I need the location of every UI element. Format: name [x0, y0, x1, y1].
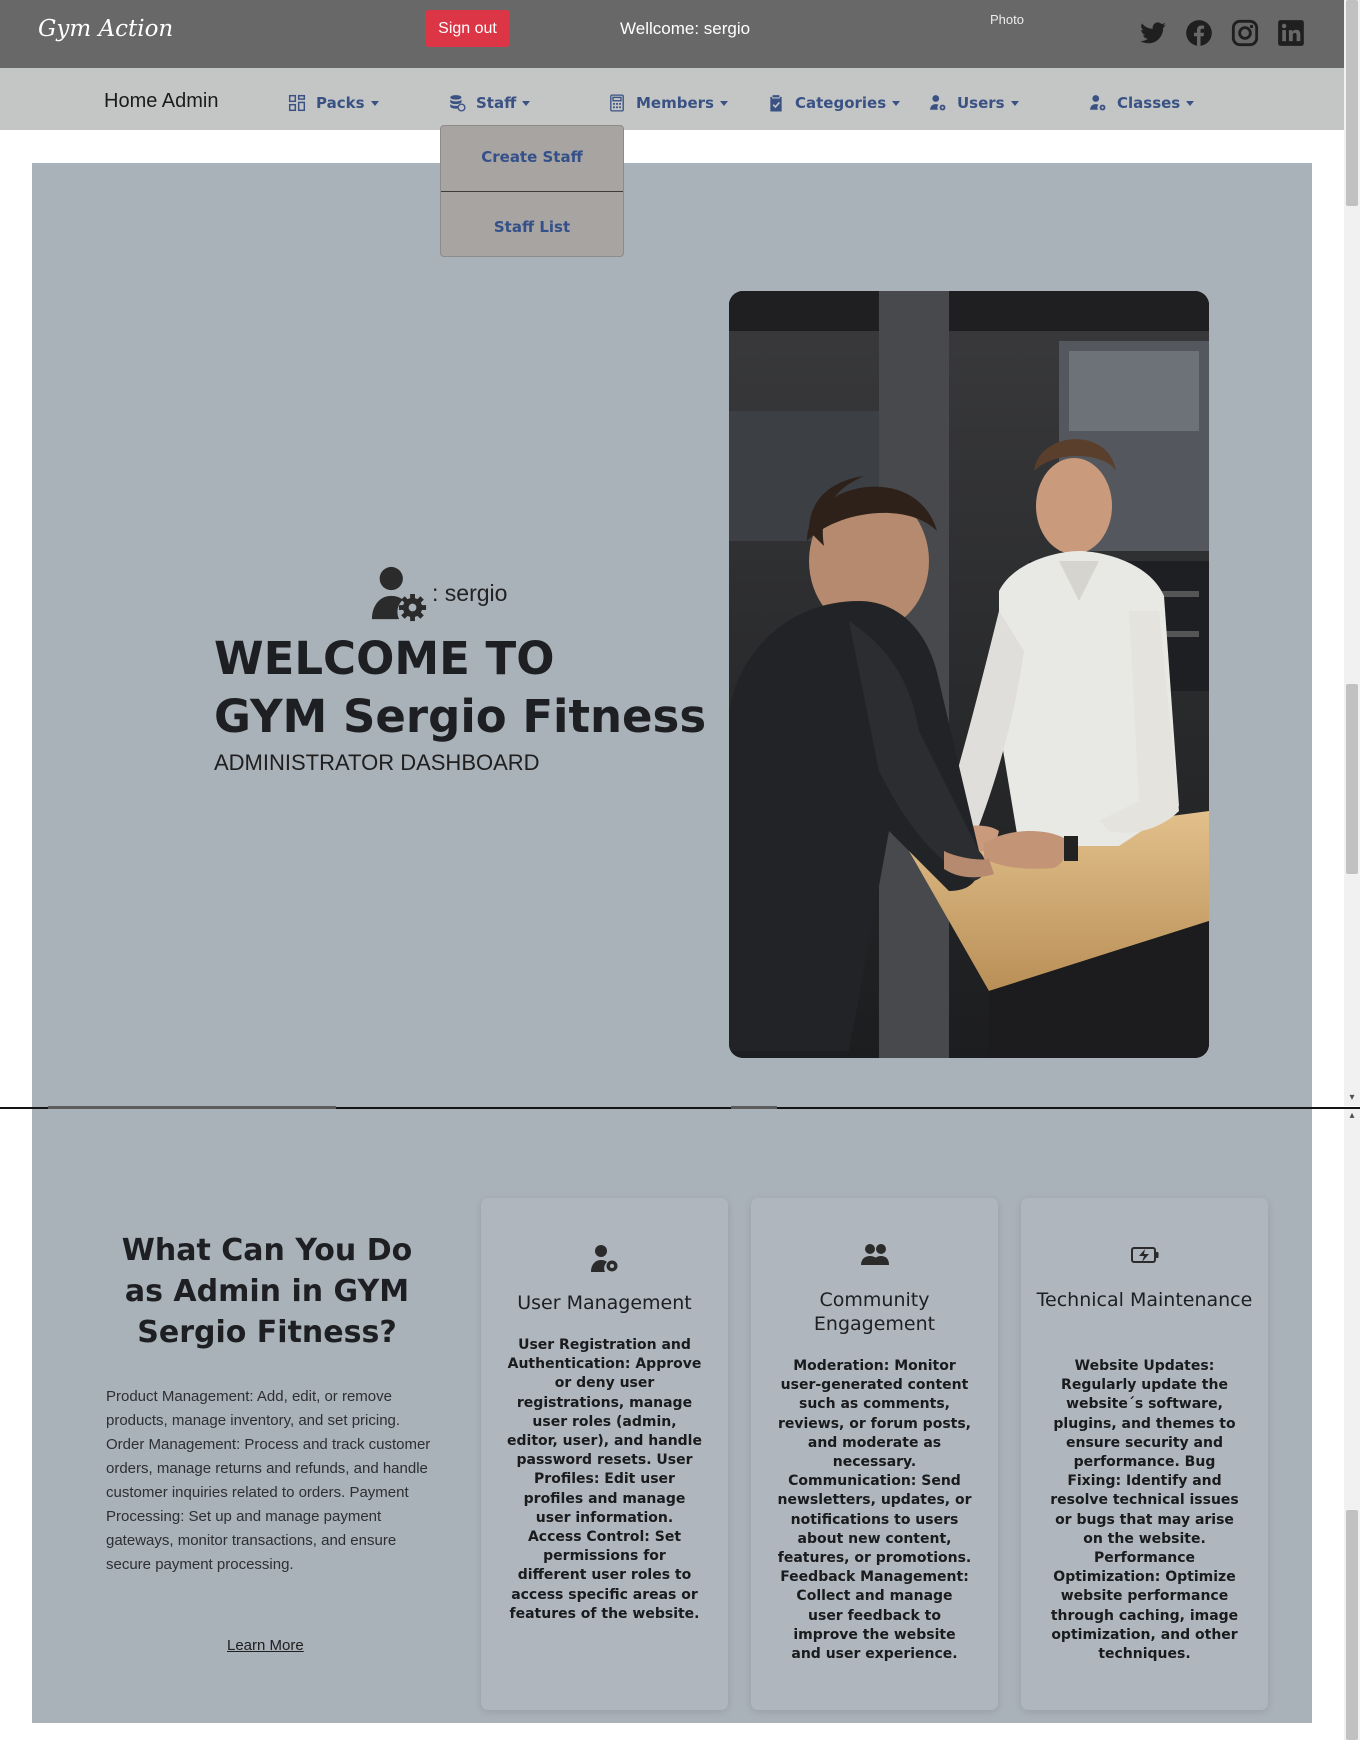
profile-photo-placeholder[interactable]: Photo — [990, 12, 1024, 27]
card-title: User Management — [517, 1292, 692, 1314]
divider-segment — [731, 1106, 777, 1109]
chevron-down-icon — [719, 100, 728, 106]
hero-user-badge: : sergio — [370, 565, 507, 623]
hero-username: : sergio — [432, 580, 508, 606]
welcome-message: Wellcome: sergio — [620, 19, 751, 38]
hero-subtitle: ADMINISTRATOR DASHBOARD — [214, 750, 540, 775]
brand-logo-text[interactable]: Gym Action — [38, 16, 173, 42]
nav-staff-dropdown[interactable]: Staff — [448, 92, 531, 114]
instagram-icon[interactable] — [1231, 19, 1259, 47]
battery-charging-icon — [1021, 1240, 1268, 1270]
facebook-icon[interactable] — [1185, 19, 1213, 47]
grid-icon — [288, 94, 306, 112]
card-user-management: User Management User Registration and Au… — [481, 1198, 728, 1710]
hero-gym-photo — [729, 291, 1209, 1058]
nav-users-label: Users — [957, 94, 1005, 112]
people-icon — [751, 1240, 998, 1270]
chevron-down-icon — [1010, 100, 1019, 106]
sign-out-button[interactable]: Sign out — [425, 10, 510, 47]
chevron-down-icon — [370, 100, 379, 106]
linkedin-icon[interactable] — [1277, 19, 1305, 47]
card-title: Community Engagement — [813, 1289, 936, 1335]
dropdown-item-create-staff[interactable]: Create Staff — [441, 148, 623, 170]
card-title: Technical Maintenance — [1036, 1289, 1253, 1311]
scrollbar-thumb[interactable] — [1346, 0, 1358, 206]
card-community-engagement: Community Engagement Moderation: Monitor… — [751, 1198, 998, 1710]
card-technical-maintenance: Technical Maintenance Website Updates: R… — [1021, 1198, 1268, 1710]
twitter-icon[interactable] — [1139, 19, 1167, 47]
database-icon — [448, 94, 466, 112]
dropdown-item-staff-list[interactable]: Staff List — [441, 218, 623, 240]
scrollbar-thumb[interactable] — [1346, 1510, 1358, 1740]
nav-classes-label: Classes — [1117, 94, 1181, 112]
user-gear-icon — [1089, 94, 1107, 112]
calculator-icon — [608, 94, 626, 112]
nav-members-label: Members — [636, 94, 714, 112]
scroll-up-arrow-icon[interactable]: ▴ — [1346, 1110, 1358, 1122]
nav-categories-label: Categories — [795, 94, 887, 112]
user-gear-icon — [371, 566, 427, 622]
nav-packs-label: Packs — [316, 94, 365, 112]
nav-users-dropdown[interactable]: Users — [929, 92, 1019, 114]
features-description: Product Management: Add, edit, or remove… — [106, 1388, 431, 1573]
card-text: User Registration and Authentication: Ap… — [507, 1337, 702, 1622]
features-heading: What Can You Do as Admin in GYM Sergio F… — [121, 1233, 413, 1350]
nav-staff-label: Staff — [476, 94, 517, 112]
top-header-bar: Gym Action Sign out Wellcome: sergio Pho… — [0, 0, 1360, 68]
clipboard-icon — [767, 94, 785, 112]
card-text: Website Updates: Regularly update the we… — [1050, 1358, 1239, 1663]
hero-title-line1: WELCOME TO — [214, 632, 555, 685]
nav-members-dropdown[interactable]: Members — [608, 92, 728, 114]
card-text: Moderation: Monitor user-generated conte… — [777, 1358, 972, 1663]
hero-title-line2: GYM Sergio Fitness — [214, 690, 707, 743]
main-navbar: Home Admin Packs Staff Members Categorie… — [0, 68, 1360, 130]
scrollbar-thumb[interactable] — [1346, 684, 1358, 874]
user-gear-icon — [929, 94, 947, 112]
chevron-down-icon — [522, 100, 531, 106]
nav-classes-dropdown[interactable]: Classes — [1089, 92, 1195, 114]
learn-more-link[interactable]: Learn More — [227, 1637, 304, 1654]
user-gear-icon — [481, 1244, 728, 1274]
dropdown-divider — [441, 191, 623, 192]
scroll-down-arrow-icon[interactable]: ▾ — [1346, 1092, 1358, 1104]
chevron-down-icon — [892, 100, 901, 106]
nav-categories-dropdown[interactable]: Categories — [767, 92, 901, 114]
divider-segment — [48, 1106, 336, 1109]
nav-packs-dropdown[interactable]: Packs — [288, 92, 379, 114]
nav-home-admin[interactable]: Home Admin — [104, 90, 219, 113]
staff-dropdown-menu: Create Staff Staff List — [440, 125, 624, 257]
chevron-down-icon — [1186, 100, 1195, 106]
